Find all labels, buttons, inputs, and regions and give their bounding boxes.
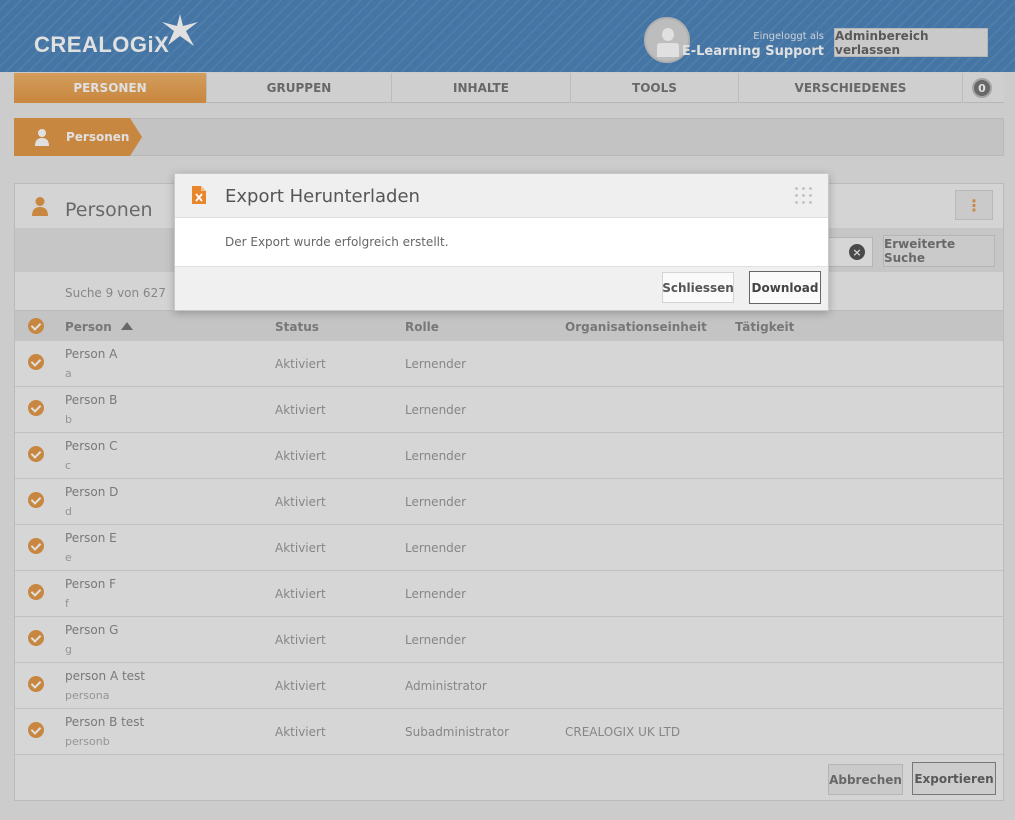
modal-overlay xyxy=(0,0,1015,820)
close-button[interactable]: Schliessen xyxy=(662,272,734,303)
download-button[interactable]: Download xyxy=(749,271,821,304)
export-dialog: Export Herunterladen Der Export wurde er… xyxy=(174,173,829,311)
excel-file-icon xyxy=(192,186,206,204)
dialog-header[interactable]: Export Herunterladen xyxy=(175,174,828,218)
dialog-title: Export Herunterladen xyxy=(225,186,420,207)
dialog-footer: Schliessen Download xyxy=(175,266,828,310)
dialog-message: Der Export wurde erfolgreich erstellt. xyxy=(225,235,449,249)
drag-handle-icon[interactable] xyxy=(793,185,815,207)
